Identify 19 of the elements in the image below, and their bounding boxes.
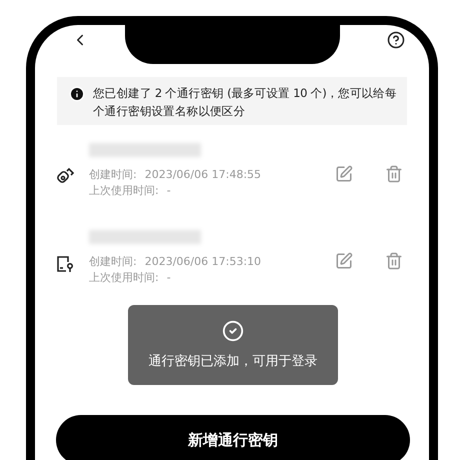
last-used-time: - <box>166 183 171 199</box>
edit-icon[interactable] <box>335 252 353 270</box>
help-icon[interactable] <box>387 31 405 49</box>
delete-icon[interactable] <box>385 252 403 270</box>
toast-text: 通行密钥已添加，可用于登录 <box>148 353 318 370</box>
delete-icon[interactable] <box>385 165 403 183</box>
check-icon <box>222 320 244 342</box>
created-label: 创建时间: <box>89 167 137 183</box>
add-passkey-button[interactable]: 新增通行密钥 <box>56 415 410 460</box>
created-time: 2023/06/06 17:48:55 <box>144 167 262 183</box>
created-label: 创建时间: <box>89 254 137 270</box>
device-key-icon <box>55 254 75 274</box>
last-used-label: 上次使用时间: <box>89 270 159 286</box>
last-used-time: - <box>166 270 171 286</box>
created-time: 2023/06/06 17:53:10 <box>144 254 262 270</box>
edit-icon[interactable] <box>335 165 353 183</box>
last-used-label: 上次使用时间: <box>89 183 159 199</box>
info-icon <box>69 86 85 102</box>
notice-text: 您已创建了 2 个通行密钥 (最多可设置 10 个)，您可以给每个通行密钥设置名称以便区分 <box>93 85 398 120</box>
